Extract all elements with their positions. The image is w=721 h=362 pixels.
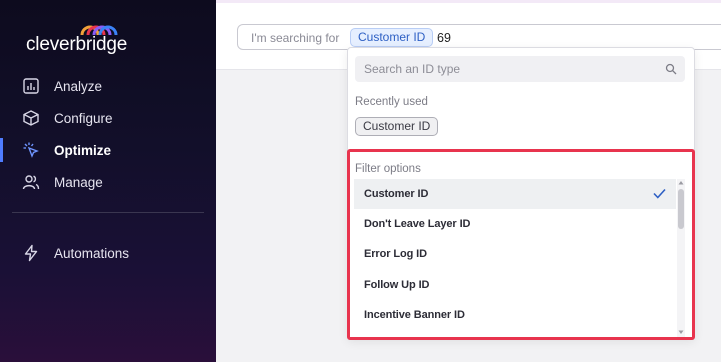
users-icon xyxy=(22,175,40,190)
option-label: Error Log ID xyxy=(364,248,427,260)
brand-name: cleverbridge xyxy=(26,34,128,55)
recently-used-heading: Recently used xyxy=(355,96,428,108)
scroll-up-arrow-icon[interactable] xyxy=(678,179,684,186)
option-label: Don't Leave Layer ID xyxy=(364,218,471,230)
chart-icon xyxy=(23,78,39,94)
sidebar-item-optimize[interactable]: Optimize xyxy=(0,136,216,164)
option-dont-leave-layer-id[interactable]: Don't Leave Layer ID xyxy=(354,209,676,239)
scroll-down-arrow-icon[interactable] xyxy=(678,329,684,336)
sidebar-item-label: Configure xyxy=(54,110,113,126)
search-icon xyxy=(665,63,677,75)
lightning-icon xyxy=(24,244,38,262)
option-follow-up-id[interactable]: Follow Up ID xyxy=(354,270,676,300)
sidebar-item-label: Manage xyxy=(54,174,103,190)
recent-chip-customer-id[interactable]: Customer ID xyxy=(355,117,439,136)
filter-options-heading: Filter options xyxy=(355,163,421,175)
option-label: Incentive Banner ID xyxy=(364,309,465,321)
scrollbar-thumb[interactable] xyxy=(678,189,684,229)
id-type-search-input[interactable] xyxy=(355,56,685,82)
cube-icon xyxy=(23,110,39,126)
sidebar-item-label: Analyze xyxy=(54,78,103,94)
option-incentive-banner-id[interactable]: Incentive Banner ID xyxy=(354,300,676,330)
options-scrollbar[interactable] xyxy=(677,179,685,337)
option-customer-id[interactable]: Customer ID xyxy=(354,179,676,209)
option-error-log-id[interactable]: Error Log ID xyxy=(354,239,676,269)
pointer-click-icon xyxy=(23,142,39,158)
sidebar-item-automations[interactable]: Automations xyxy=(0,239,216,267)
search-value[interactable]: 69 xyxy=(437,31,451,45)
id-type-dropdown: Recently used Customer ID Filter options… xyxy=(347,47,695,339)
cleverbridge-logo[interactable]: cleverbridge xyxy=(26,22,136,55)
sidebar-item-manage[interactable]: Manage xyxy=(0,168,216,196)
option-label: Follow Up ID xyxy=(364,279,430,291)
filter-options-list: Customer ID Don't Leave Layer ID Error L… xyxy=(354,179,676,334)
id-type-chip[interactable]: Customer ID xyxy=(350,28,434,47)
checkmark-icon xyxy=(653,188,666,199)
sidebar: cleverbridge Analyze Configure Optimize xyxy=(0,0,216,362)
top-accent-line xyxy=(216,0,721,3)
sidebar-divider xyxy=(12,212,204,213)
sidebar-item-label: Automations xyxy=(54,245,130,261)
search-prefix-label: I'm searching for xyxy=(251,31,340,45)
sidebar-item-configure[interactable]: Configure xyxy=(0,104,216,132)
sidebar-item-label: Optimize xyxy=(54,142,112,158)
option-label: Customer ID xyxy=(364,188,429,200)
sidebar-item-analyze[interactable]: Analyze xyxy=(0,72,216,100)
